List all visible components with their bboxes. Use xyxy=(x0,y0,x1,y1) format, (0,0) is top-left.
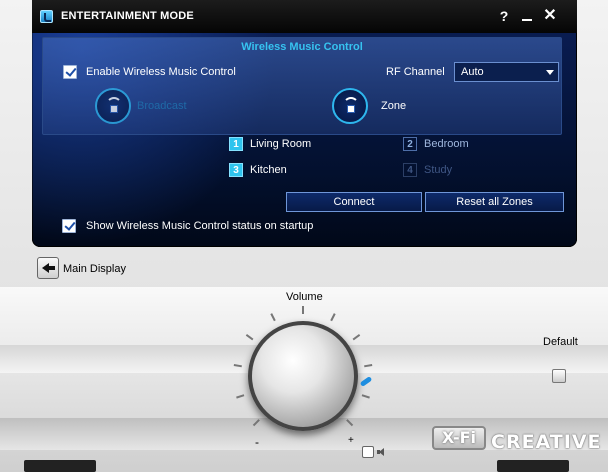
chevron-down-icon xyxy=(546,70,554,75)
rf-channel-select[interactable]: Auto xyxy=(454,62,559,82)
volume-tick xyxy=(302,306,304,314)
entertainment-mode-window: ENTERTAINMENT MODE ? ✕ Wireless Music Co… xyxy=(0,0,608,472)
show-status-on-startup-checkbox[interactable] xyxy=(62,219,76,233)
volume-tick xyxy=(364,364,373,368)
broadcast-button[interactable] xyxy=(95,88,131,124)
help-button[interactable]: ? xyxy=(494,6,514,26)
zone-1-toggle[interactable]: 1 xyxy=(229,137,243,151)
volume-tick xyxy=(252,419,260,427)
reset-all-zones-button[interactable]: Reset all Zones xyxy=(425,192,564,212)
zone-button[interactable] xyxy=(332,88,368,124)
zone-4-label: Study xyxy=(424,164,453,176)
volume-tick xyxy=(233,364,242,368)
main-display-label[interactable]: Main Display xyxy=(63,263,126,275)
left-foot xyxy=(24,460,96,472)
wireless-music-control-panel: Wireless Music Control Enable Wireless M… xyxy=(42,37,562,135)
right-foot xyxy=(497,460,569,472)
zone-3-label[interactable]: Kitchen xyxy=(250,164,287,176)
zone-grid-icon xyxy=(347,105,355,113)
rf-channel-value: Auto xyxy=(461,66,484,78)
volume-plus-label: + xyxy=(348,435,354,446)
volume-tick xyxy=(361,394,370,399)
minimize-button[interactable] xyxy=(517,6,537,26)
zone-label: Zone xyxy=(381,100,407,112)
panel-title: Wireless Music Control xyxy=(241,41,363,53)
volume-tick xyxy=(330,313,336,322)
volume-tick xyxy=(346,419,354,427)
music-note-icon xyxy=(40,10,53,23)
default-label: Default xyxy=(543,336,578,348)
volume-minus-label: - xyxy=(255,435,259,449)
volume-tick xyxy=(236,394,245,399)
volume-knob-dial xyxy=(233,306,373,446)
zone-4-toggle: 4 xyxy=(403,163,417,177)
creative-logo: CREATIVE xyxy=(491,431,602,453)
volume-tick xyxy=(352,334,361,341)
volume-indicator xyxy=(359,376,373,387)
zone-2-label[interactable]: Bedroom xyxy=(424,138,469,150)
broadcast-label: Broadcast xyxy=(137,100,187,112)
broadcast-grid-icon xyxy=(110,105,118,113)
volume-tick xyxy=(245,334,254,341)
close-button[interactable]: ✕ xyxy=(540,6,560,26)
zone-3-toggle[interactable]: 3 xyxy=(229,163,243,177)
volume-knob[interactable] xyxy=(248,321,373,431)
rf-channel-label: RF Channel xyxy=(386,66,445,78)
enable-wireless-checkbox[interactable] xyxy=(63,65,77,79)
mute-checkbox[interactable] xyxy=(362,446,374,458)
window-title: ENTERTAINMENT MODE xyxy=(61,10,194,22)
volume-tick xyxy=(270,313,276,322)
screen-panel: ENTERTAINMENT MODE ? ✕ Wireless Music Co… xyxy=(32,0,577,247)
zone-2-toggle[interactable]: 2 xyxy=(403,137,417,151)
show-status-on-startup-label: Show Wireless Music Control status on st… xyxy=(86,220,314,232)
xfi-logo: X-Fi xyxy=(432,426,486,450)
connect-button[interactable]: Connect xyxy=(286,192,422,212)
enable-wireless-label: Enable Wireless Music Control xyxy=(86,66,236,78)
zone-1-label[interactable]: Living Room xyxy=(250,138,311,150)
arrow-left-icon[interactable] xyxy=(37,257,59,279)
volume-label: Volume xyxy=(286,291,323,303)
title-bar: ENTERTAINMENT MODE ? ✕ xyxy=(32,0,577,33)
default-button[interactable] xyxy=(552,369,566,383)
speaker-icon xyxy=(377,448,387,456)
